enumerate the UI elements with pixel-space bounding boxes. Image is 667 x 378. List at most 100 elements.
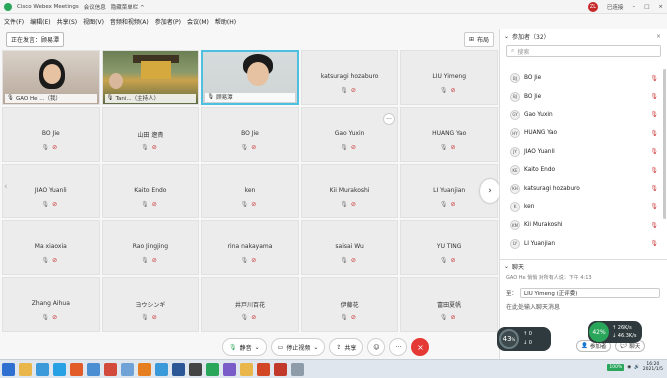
app-icon[interactable] [189,362,202,376]
menu-audio-video[interactable]: 音频和视频(A) [110,17,149,26]
participant-list-item[interactable]: KE Kaito Endo 🎙 [500,161,667,179]
edge-browser-icon[interactable] [53,362,66,376]
chevron-down-icon[interactable]: ⌄ [504,263,509,270]
muted-mic-icon[interactable]: 🎙 [650,240,658,247]
muted-mic-icon[interactable]: 🎙 [650,75,658,82]
maximize-button[interactable]: □ [644,4,649,10]
muted-mic-icon[interactable]: 🎙 [650,167,658,174]
participant-tile[interactable]: Ma xiaoxia 🎙⊘ [2,220,100,276]
layout-button[interactable]: ⊞ 布局 [463,32,494,47]
participant-list-item[interactable]: GY Gao Yuxin 🎙 [500,106,667,124]
app-icon[interactable] [291,362,304,376]
participant-tile[interactable]: ken 🎙⊘ [201,163,299,219]
participant-tile[interactable]: BO Jie 🎙⊘ [2,106,100,162]
more-options-button[interactable]: ··· [389,338,408,356]
stop-video-button[interactable]: ▭ 停止视频 ⌄ [270,338,326,356]
app-icon[interactable] [87,362,100,376]
end-meeting-button[interactable]: × [411,338,430,356]
participant-tile[interactable]: 井戸川百花 🎙⊘ [201,277,299,332]
chat-input[interactable]: 在此处输入聊天消息 [506,302,662,311]
app-icon[interactable] [121,362,134,376]
participant-tile[interactable]: ヨウシンギ 🎙⊘ [101,277,200,332]
participant-list-item[interactable]: LY LI Yuanjian 🎙 [500,235,667,253]
chat-panel-header[interactable]: ⌄ 聊天 [500,260,667,272]
participant-list-item[interactable]: Kken 🎙 [500,198,667,216]
reactions-button[interactable]: ☺ [367,338,386,356]
tile-more-options-icon[interactable]: ··· [383,113,395,125]
participant-tile[interactable]: JIAO Yuanli 🎙⊘ [2,163,100,219]
volume-icon[interactable]: 🔊 [634,365,640,370]
firefox-icon[interactable] [138,362,151,376]
next-page-button[interactable]: › [480,179,500,203]
chevron-down-icon[interactable]: ⌄ [313,344,318,351]
menu-share[interactable]: 共享(S) [57,17,78,26]
app-icon[interactable] [223,362,236,376]
participant-tile[interactable]: 富田夏帆 🎙⊘ [400,277,498,332]
ie-browser-icon[interactable] [36,362,49,376]
participant-tile[interactable]: Kaito Endo 🎙⊘ [101,163,200,219]
muted-mic-icon[interactable]: 🎙 [650,130,658,137]
share-button[interactable]: ⇪ 共享 [329,338,364,356]
participant-tile[interactable]: Kii Murakoshi 🎙⊘ [300,163,399,219]
participant-tile[interactable]: rina nakayama 🎙⊘ [201,220,299,276]
menu-help[interactable]: 帮助(H) [215,17,236,26]
muted-mic-icon[interactable]: 🎙 [650,203,658,210]
menu-file[interactable]: 文件(F) [4,17,24,26]
mute-button[interactable]: 🎙 静音 ⌄ [222,338,267,356]
participant-tile[interactable]: YU TING 🎙⊘ [400,220,498,276]
participant-tile[interactable]: Rao Jingjing 🎙⊘ [101,220,200,276]
participant-tile[interactable]: katsuragi hozaburo 🎙⊘ [300,50,399,105]
app-icon[interactable] [274,362,287,376]
participant-list-item[interactable]: KM Kii Murakoshi 🎙 [500,216,667,234]
video-tile-host[interactable]: 🎙 Tani...（主持人） [101,50,200,105]
participant-tile[interactable]: HUANG Yao 🎙⊘ [400,106,498,162]
participant-list-item[interactable]: BJ BO Jie 🎙 [500,87,667,105]
participant-list-item[interactable]: BJ BO Jie 🎙 [500,69,667,87]
video-tile-active-speaker[interactable]: 🎙 顾易潭 [201,50,299,105]
start-button-icon[interactable] [2,362,15,376]
muted-mic-icon[interactable]: 🎙 [650,222,658,229]
participant-tile[interactable]: Zhang Aihua 🎙⊘ [2,277,100,332]
menu-participants[interactable]: 参加者(P) [155,17,181,26]
app-icon[interactable] [104,362,117,376]
participant-tile[interactable]: 伊藤花 🎙⊘ [300,277,399,332]
hide-menu-toggle[interactable]: 隐藏菜单栏 ^ [111,3,145,11]
chevron-down-icon[interactable]: ⌄ [255,344,260,351]
network-icon[interactable]: ◉ [627,365,631,370]
powerpoint-icon[interactable] [257,362,270,376]
participants-panel-header[interactable]: ⌄ 参加者（32） × [500,29,667,43]
menu-edit[interactable]: 编辑(E) [30,17,50,26]
battery-indicator[interactable]: 100% [607,363,625,371]
participant-tile[interactable]: LIU Yimeng 🎙⊘ [400,50,498,105]
minimize-button[interactable]: – [632,4,635,10]
muted-mic-icon[interactable]: 🎙 [650,185,658,192]
previous-page-icon[interactable]: ‹ [4,182,8,192]
participant-tile[interactable]: saisai Wu 🎙⊘ [300,220,399,276]
media-player-icon[interactable] [70,362,83,376]
menu-meeting[interactable]: 会议(M) [187,17,209,26]
close-icon[interactable]: × [656,33,661,40]
participant-list-item[interactable]: JY JIAO Yuanli 🎙 [500,143,667,161]
participant-list-scrollbar[interactable] [663,69,666,219]
participant-list-item[interactable]: KH katsuragi hozaburo 🎙 [500,179,667,197]
meeting-info-link[interactable]: 会议信息 [84,3,106,11]
participant-tile[interactable]: 山田 遼貴 🎙⊘ [101,106,200,162]
app-icon[interactable] [240,362,253,376]
user-avatar[interactable]: ZL [587,2,598,12]
chat-recipient-select[interactable]: LIU Yimeng (正评委) [520,288,661,298]
video-tile-self[interactable]: 🎙 GAO He ...（我） [2,50,100,105]
system-clock[interactable]: 16:20 2021/1/5 [643,362,663,372]
muted-mic-icon[interactable]: 🎙 [650,111,658,118]
menu-view[interactable]: 视图(V) [83,17,104,26]
muted-mic-icon[interactable]: 🎙 [650,148,658,155]
participant-search-input[interactable]: ⌕ 搜索 [506,45,661,57]
close-button[interactable]: × [658,4,663,10]
webex-taskbar-icon[interactable] [206,362,219,376]
file-explorer-icon[interactable] [19,362,32,376]
app-icon[interactable] [155,362,168,376]
chevron-down-icon[interactable]: ⌄ [504,33,509,40]
participant-tile[interactable]: BO Jie 🎙⊘ [201,106,299,162]
participant-list-item[interactable]: HY HUANG Yao 🎙 [500,124,667,142]
word-icon[interactable] [172,362,185,376]
muted-mic-icon[interactable]: 🎙 [650,93,658,100]
